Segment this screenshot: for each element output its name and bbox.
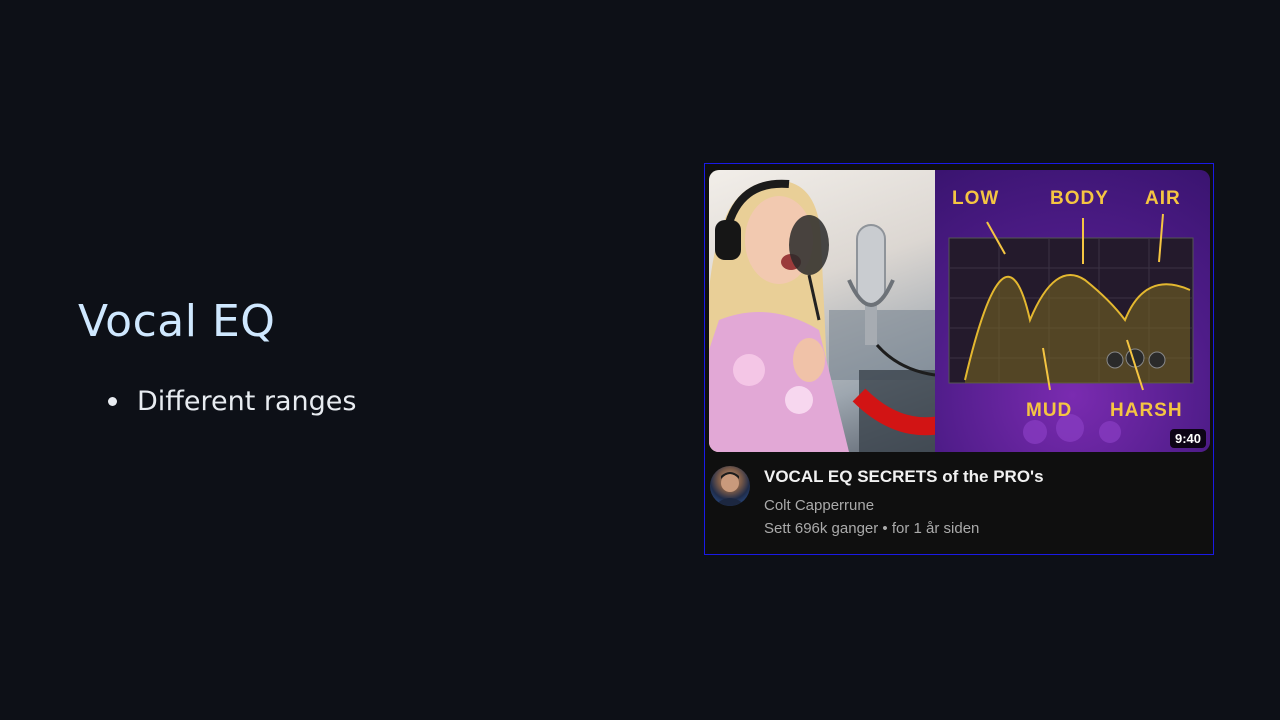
slide-title: Vocal EQ xyxy=(78,296,276,347)
eq-label-low: LOW xyxy=(952,188,1000,209)
channel-name[interactable]: Colt Capperrune xyxy=(764,497,874,514)
bullet-text: Different ranges xyxy=(137,386,357,417)
singer-illustration xyxy=(709,179,935,452)
eq-label-harsh: HARSH xyxy=(1110,400,1183,421)
eq-label-air: AIR xyxy=(1145,188,1181,209)
video-meta: Sett 696k ganger • for 1 år siden xyxy=(764,520,980,537)
eq-label-mud: MUD xyxy=(1026,400,1073,421)
bullet-dot-icon xyxy=(108,397,117,406)
avatar-person-icon xyxy=(714,472,746,506)
bullet-list: Different ranges xyxy=(108,386,356,417)
eq-graphic: LOW BODY AIR MUD HARSH xyxy=(935,170,1210,452)
bullet-item: Different ranges xyxy=(108,386,356,417)
video-card[interactable]: LOW BODY AIR MUD HARSH 9:40 VOCAL EQ SEC… xyxy=(704,163,1214,555)
duration-badge: 9:40 xyxy=(1169,429,1206,448)
singer-photo xyxy=(709,170,935,452)
video-title[interactable]: VOCAL EQ SECRETS of the PRO's xyxy=(764,467,1044,487)
eq-label-body: BODY xyxy=(1050,188,1109,209)
video-thumbnail[interactable]: LOW BODY AIR MUD HARSH 9:40 xyxy=(709,170,1210,452)
channel-avatar[interactable] xyxy=(710,466,750,506)
